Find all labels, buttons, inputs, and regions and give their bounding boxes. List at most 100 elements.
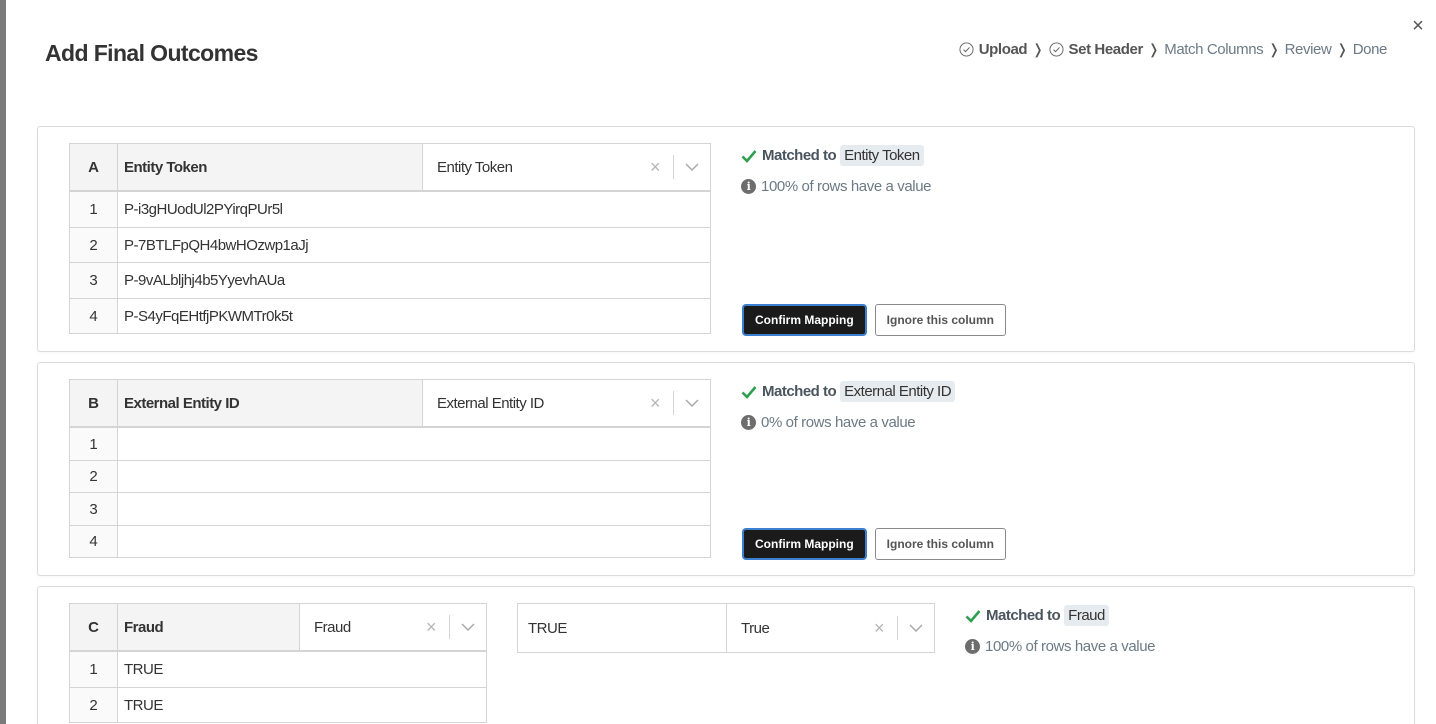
chevron-down-icon[interactable] [680,391,704,415]
match-info: Matched to Fraud i 100% of rows have a v… [965,605,1156,655]
table-row: 3 [70,493,710,526]
chevron-right-icon: ❭ [1147,41,1160,57]
cell-value: TRUE [124,696,163,714]
value-mapping-table: TRUE True × [517,603,935,653]
step-label: Upload [978,41,1028,58]
step-done: Done [1352,41,1388,58]
step-breadcrumb: Upload ❭ Set Header ❭ Match Columns ❭ Re… [959,41,1387,58]
clear-icon[interactable]: × [643,393,667,414]
step-upload: Upload [959,41,1028,58]
row-number: 1 [70,192,118,227]
step-label: Match Columns [1164,41,1264,58]
fill-rate: i 0% of rows have a value [741,414,955,431]
matched-status: Matched to External Entity ID [741,381,956,402]
ignore-column-button[interactable]: Ignore this column [874,304,1006,336]
table-row: 2 P-7BTLFpQH4bwHOzwp1aJj [70,228,710,263]
clear-icon[interactable]: × [643,157,667,178]
matched-prefix: Matched to [986,607,1061,624]
table-header: B External Entity ID External Entity ID … [70,379,710,428]
table-row: 1 [70,428,710,461]
column-header-name: External Entity ID [118,380,423,426]
check-icon [741,385,757,399]
cell-value: TRUE [124,661,163,678]
chevron-right-icon: ❭ [1032,41,1044,57]
chevron-down-icon[interactable] [456,615,480,639]
clear-icon[interactable]: × [867,618,891,639]
row-number: 2 [70,228,118,262]
column-preview-table: A Entity Token Entity Token × 1 P-i3gHUo… [69,143,711,334]
row-number: 3 [70,493,118,525]
check-icon [741,149,757,163]
step-label: Done [1352,41,1388,58]
match-info: Matched to Entity Token i 100% of rows h… [741,145,932,195]
table-row: 2 [70,461,710,493]
select-value: True [741,619,770,637]
matched-field-tag: Fraud [1064,605,1109,626]
step-label: Review [1284,41,1332,58]
close-icon[interactable]: × [1408,14,1428,38]
cell-value [118,493,710,525]
cell-value: P-9vALbljhj4b5YyevhAUa [124,272,285,289]
table-row: 2 TRUE [70,688,486,723]
select-value: Fraud [314,618,351,636]
step-label: Set Header [1068,41,1144,58]
info-icon: i [741,179,756,194]
fill-rate-text: 0% of rows have a value [761,414,916,431]
step-match-columns: Match Columns [1164,41,1263,58]
page-title: Add Final Outcomes [45,40,258,66]
cell-value: P-7BTLFpQH4bwHOzwp1aJj [124,236,309,254]
row-number: 2 [70,688,118,722]
chevron-right-icon: ❭ [1268,41,1280,57]
matched-prefix: Matched to [762,147,837,164]
table-row: 1 P-i3gHUodUl2PYirqPUr5l [70,192,710,228]
matched-prefix: Matched to [762,383,837,400]
clear-icon[interactable]: × [419,617,443,638]
info-icon: i [965,639,980,654]
row-number: 4 [70,299,118,333]
column-preview-table: C Fraud Fraud × 1 TRUE 2 TRUE [69,603,487,723]
row-number: 3 [70,263,118,298]
field-mapping-select[interactable]: Fraud × [300,604,486,650]
column-card-b: B External Entity ID External Entity ID … [37,362,1415,576]
chevron-down-icon[interactable] [904,616,928,640]
confirm-mapping-button[interactable]: Confirm Mapping [742,304,867,336]
row-number: 1 [70,428,118,460]
fill-rate-text: 100% of rows have a value [761,178,932,195]
value-mapping-select[interactable]: True × [727,604,934,652]
table-row: 4 P-S4yFqEHtfjPKWMTr0k5t [70,299,710,334]
column-card-c: C Fraud Fraud × 1 TRUE 2 TRUE TRUE True … [37,586,1415,724]
matched-field-tag: Entity Token [840,145,924,166]
field-mapping-select[interactable]: External Entity ID × [423,380,710,426]
column-letter: A [70,144,118,190]
info-icon: i [741,415,756,430]
table-header: C Fraud Fraud × [70,603,486,652]
row-number: 2 [70,461,118,492]
step-set-header: Set Header [1048,41,1144,58]
step-review: Review [1285,41,1332,58]
column-card-a: A Entity Token Entity Token × 1 P-i3gHUo… [37,126,1415,352]
column-preview-table: B External Entity ID External Entity ID … [69,379,711,558]
check-icon [965,609,981,623]
cell-value [118,428,710,460]
chevron-right-icon: ❭ [1336,41,1348,57]
matched-field-tag: External Entity ID [840,381,956,402]
fill-rate-text: 100% of rows have a value [985,638,1156,655]
cell-value: P-i3gHUodUl2PYirqPUr5l [124,201,283,218]
table-header: A Entity Token Entity Token × [70,143,710,192]
column-header-name: Entity Token [118,144,423,190]
matched-status: Matched to Fraud [965,605,1155,626]
table-row: 1 TRUE [70,652,486,688]
column-letter: C [70,604,118,650]
select-divider [449,615,450,639]
cell-value [118,526,710,557]
column-actions: Confirm Mapping Ignore this column [742,304,1006,336]
confirm-mapping-button[interactable]: Confirm Mapping [742,528,867,560]
table-row: 3 P-9vALbljhj4b5YyevhAUa [70,263,710,299]
cell-value [118,461,710,492]
field-mapping-select[interactable]: Entity Token × [423,144,710,190]
row-number: 4 [70,526,118,557]
chevron-down-icon[interactable] [680,155,704,179]
check-circle-icon [959,42,974,57]
ignore-column-button[interactable]: Ignore this column [874,528,1006,560]
row-number: 1 [70,652,118,687]
